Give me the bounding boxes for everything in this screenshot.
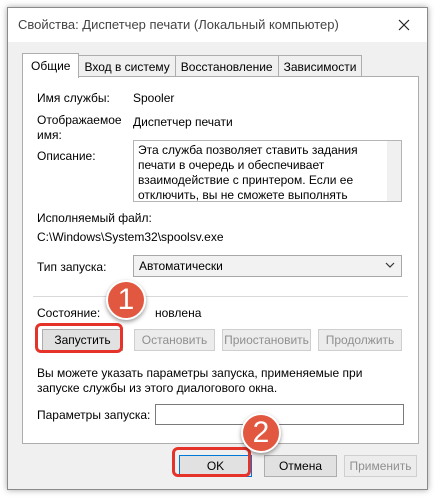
display-name-value: Диспетчер печати (133, 115, 233, 129)
general-panel: Имя службы: Spooler Отображаемое имя: Ди… (22, 76, 419, 444)
apply-button[interactable]: Применить (344, 455, 417, 477)
exe-path: C:\Windows\System32\spoolsv.exe (37, 230, 224, 244)
title-bar: Свойства: Диспетчер печати (Локальный ко… (8, 8, 427, 42)
startup-params-hint: Вы можете указать параметры запуска, при… (37, 366, 363, 395)
tab-label: Вход в систему (84, 59, 170, 74)
tab-dependencies[interactable]: Зависимости (277, 55, 363, 77)
divider (33, 296, 408, 297)
start-button-highlight (35, 323, 123, 353)
startup-params-label: Параметры запуска: (37, 408, 151, 422)
tab-logon[interactable]: Вход в систему (78, 55, 176, 77)
resume-button[interactable]: Продолжить (318, 329, 402, 351)
stop-button[interactable]: Остановить (134, 329, 215, 351)
startup-type-label: Тип запуска: (37, 260, 107, 274)
cancel-button[interactable]: Отмена (264, 455, 337, 477)
description-scrollbar[interactable] (387, 141, 401, 201)
callout-step-2: 2 (241, 413, 281, 453)
exe-label: Исполняемый файл: (37, 211, 152, 225)
service-name-value: Spooler (133, 91, 175, 105)
tab-general[interactable]: Общие (22, 53, 80, 78)
startup-type-value: Автоматически (139, 259, 223, 273)
tab-strip: Общие Вход в систему Восстановление Зави… (22, 53, 363, 78)
service-name-label: Имя службы: (37, 91, 110, 105)
display-name-label: Отображаемое имя: (37, 113, 122, 142)
description-label: Описание: (37, 149, 96, 163)
tab-recovery[interactable]: Восстановление (174, 55, 279, 77)
startup-params-input[interactable] (155, 404, 404, 425)
callout-step-1: 1 (106, 280, 146, 320)
startup-type-select[interactable]: Автоматически (133, 255, 402, 277)
chevron-down-icon (385, 262, 395, 268)
status-label: Состояние: (37, 306, 101, 320)
tab-label: Общие (31, 59, 71, 73)
service-properties-dialog: Свойства: Диспетчер печати (Локальный ко… (7, 7, 428, 490)
description-box[interactable]: Эта служба позволяет ставить задания печ… (133, 140, 402, 202)
close-button[interactable] (387, 12, 421, 38)
tab-label: Зависимости (283, 59, 357, 74)
window-title: Свойства: Диспетчер печати (Локальный ко… (18, 17, 339, 32)
pause-button[interactable]: Приостановить (222, 329, 311, 351)
close-icon (398, 19, 410, 31)
status-value: новлена (155, 306, 202, 320)
tab-label: Восстановление (180, 59, 273, 74)
ok-button-highlight (172, 447, 251, 477)
description-text: Эта служба позволяет ставить задания печ… (138, 143, 358, 202)
